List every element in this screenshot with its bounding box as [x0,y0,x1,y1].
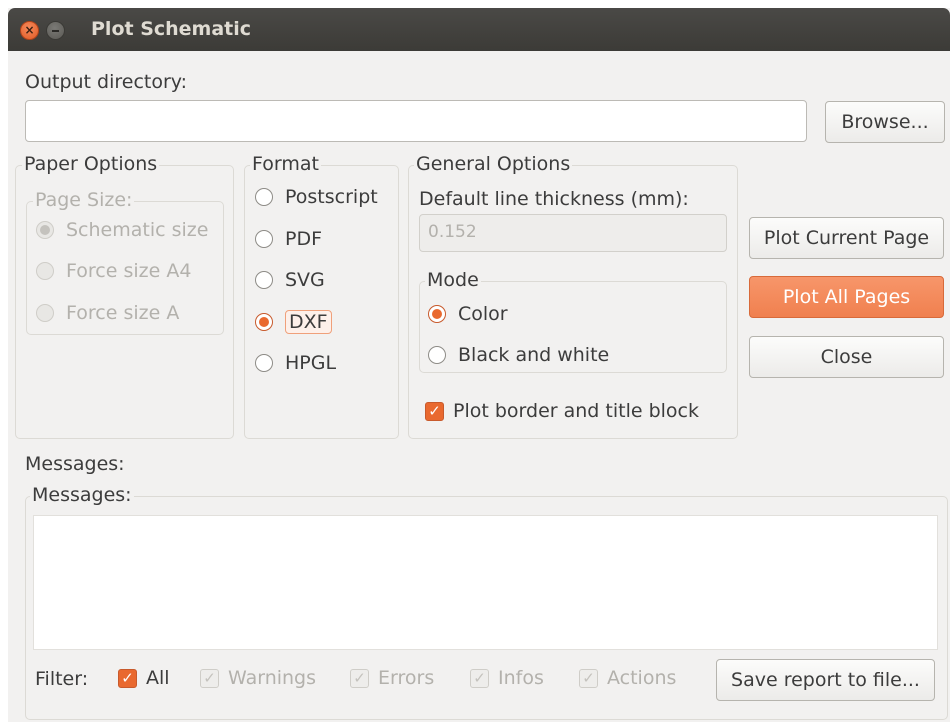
filter-all-label: All [146,667,170,689]
line-thickness-label: Default line thickness (mm): [419,188,689,210]
pdf-label: PDF [285,228,323,250]
check-icon: ✓ [425,401,444,421]
schematic-size-label: Schematic size [66,219,209,241]
format-hpgl-radio[interactable]: HPGL [255,352,336,374]
close-window-icon[interactable]: × [20,21,39,40]
general-options-legend: General Options [414,153,573,175]
plot-border-label: Plot border and title block [453,400,699,422]
filter-warnings-checkbox[interactable]: ✓ Warnings [200,667,316,689]
svg-label: SVG [285,269,325,291]
check-icon: ✓ [200,668,219,688]
messages-text-area[interactable] [33,515,938,650]
filter-all-checkbox[interactable]: ✓ All [118,667,170,689]
plot-all-pages-button[interactable]: Plot All Pages [749,276,944,318]
filter-label: Filter: [35,668,89,690]
format-svg-radio[interactable]: SVG [255,269,325,291]
radio-indicator [428,305,446,323]
output-directory-label: Output directory: [25,71,188,93]
filter-infos-label: Infos [498,667,544,689]
plot-schematic-dialog: × Plot Schematic Output directory: Brows… [8,8,950,722]
format-dxf-radio[interactable]: DXF [255,310,332,334]
radio-indicator [255,354,273,372]
format-legend: Format [250,153,321,175]
paper-options-legend: Paper Options [22,153,160,175]
radio-indicator [255,271,273,289]
filter-actions-checkbox[interactable]: ✓ Actions [579,667,676,689]
black-white-label: Black and white [458,344,610,366]
window-title: Plot Schematic [91,18,252,40]
filter-errors-label: Errors [378,667,435,689]
line-thickness-input[interactable]: 0.152 [419,214,727,252]
mode-color-radio[interactable]: Color [428,303,508,325]
title-bar: × Plot Schematic [8,8,950,51]
messages-section-label: Messages: [25,453,125,475]
format-pdf-radio[interactable]: PDF [255,228,322,250]
force-size-a-radio[interactable]: Force size A [36,302,179,324]
radio-indicator [255,313,273,331]
hpgl-label: HPGL [285,352,337,374]
mode-legend: Mode [425,269,481,291]
force-size-a-label: Force size A [66,302,180,324]
filter-warnings-label: Warnings [228,667,317,689]
messages-group-legend: Messages: [30,484,134,506]
plot-border-checkbox[interactable]: ✓ Plot border and title block [425,400,699,422]
close-button[interactable]: Close [749,336,944,378]
color-label: Color [458,303,508,325]
check-icon: ✓ [470,668,489,688]
radio-indicator [255,230,273,248]
radio-indicator [36,304,54,322]
plot-current-page-button[interactable]: Plot Current Page [749,217,944,259]
filter-infos-checkbox[interactable]: ✓ Infos [470,667,544,689]
force-size-a4-label: Force size A4 [66,260,192,282]
minimize-window-icon[interactable] [46,21,65,40]
output-directory-input[interactable] [25,100,807,142]
page-size-legend: Page Size: [33,189,135,211]
radio-indicator [36,262,54,280]
check-icon: ✓ [579,668,598,688]
filter-actions-label: Actions [607,667,677,689]
save-report-button[interactable]: Save report to file... [716,659,935,701]
force-size-a4-radio[interactable]: Force size A4 [36,260,191,282]
radio-indicator [36,221,54,239]
check-icon: ✓ [118,668,137,688]
dxf-label: DXF [285,310,332,334]
filter-errors-checkbox[interactable]: ✓ Errors [350,667,434,689]
browse-button[interactable]: Browse... [825,101,945,143]
postscript-label: Postscript [285,186,378,208]
radio-indicator [255,188,273,206]
format-postscript-radio[interactable]: Postscript [255,186,378,208]
schematic-size-radio[interactable]: Schematic size [36,219,208,241]
mode-black-white-radio[interactable]: Black and white [428,344,609,366]
radio-indicator [428,346,446,364]
check-icon: ✓ [350,668,369,688]
